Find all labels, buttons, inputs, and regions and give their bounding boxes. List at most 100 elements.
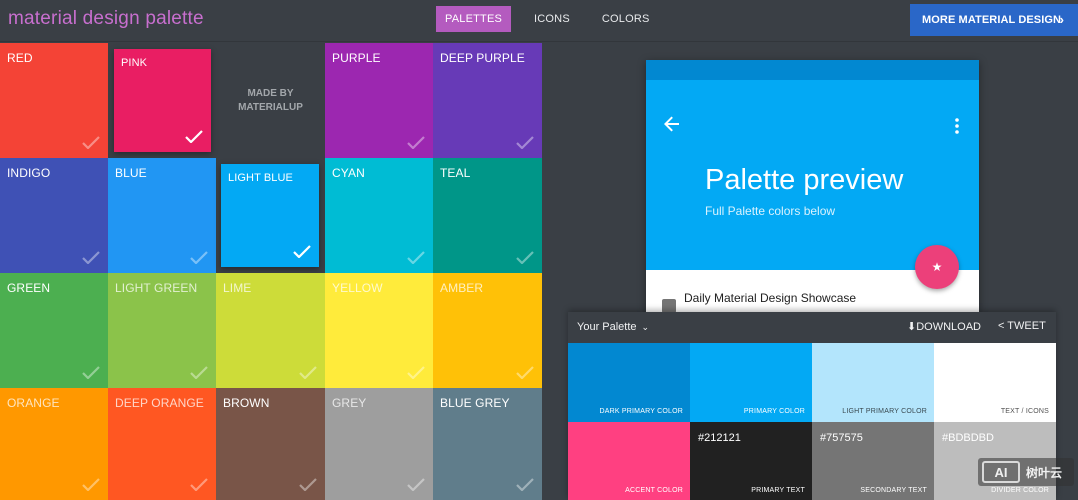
tile-cyan[interactable]: CYAN (325, 158, 433, 273)
watermark-text: 树叶云 (1026, 465, 1063, 480)
check-icon (516, 251, 534, 264)
swatch-light-primary-color[interactable]: LIGHT PRIMARY COLOR (812, 343, 934, 422)
check-icon (82, 136, 100, 149)
tweet-button[interactable]: < TWEET (998, 320, 1046, 332)
tile-deep-orange[interactable]: DEEP ORANGE (108, 388, 216, 500)
tile-label: LIME (223, 281, 252, 295)
swatch-label: ACCENT COLOR (625, 487, 683, 494)
nav-colors[interactable]: COLORS (593, 6, 659, 32)
check-icon (293, 245, 311, 258)
nav-palettes[interactable]: PALETTES (436, 6, 512, 32)
more-vert-icon[interactable] (954, 118, 960, 134)
your-palette-title: Your Palette (577, 321, 637, 333)
made-by-materialup[interactable]: MADE BY MATERIALUP (216, 43, 325, 158)
check-icon (190, 251, 208, 264)
tile-blue[interactable]: BLUE (108, 158, 216, 273)
swatch-hex: #BDBDBD (942, 432, 994, 444)
tile-label: ORANGE (7, 396, 60, 410)
swatch-label: LIGHT PRIMARY COLOR (842, 408, 927, 415)
tile-indigo[interactable]: INDIGO (0, 158, 108, 273)
fab-star-button[interactable]: ★ (915, 245, 959, 289)
tile-teal[interactable]: TEAL (433, 158, 542, 273)
tile-lime[interactable]: LIME (216, 273, 325, 388)
check-icon (516, 366, 534, 379)
back-arrow-icon[interactable] (664, 116, 680, 132)
check-icon (516, 478, 534, 491)
swatch-accent-color[interactable]: ACCENT COLOR (568, 422, 690, 500)
color-grid: MADE BY MATERIALUP RED PINK PURPLE DEEP PURP… (0, 43, 542, 500)
check-icon (185, 130, 203, 143)
tile-red[interactable]: RED (0, 43, 108, 158)
tile-label: RED (7, 51, 33, 65)
tile-label: PURPLE (332, 51, 381, 65)
swatch-hex: #212121 (698, 432, 741, 444)
more-material-design-button[interactable]: MORE MATERIAL DESIGN › (910, 4, 1078, 36)
brand-logo[interactable]: material design palette (8, 8, 204, 30)
tile-deep-purple[interactable]: DEEP PURPLE (433, 43, 542, 158)
tile-label: BLUE GREY (440, 396, 510, 410)
made-by-line2: MATERIALUP (238, 101, 303, 113)
check-icon (407, 478, 425, 491)
download-icon: ⬇ (907, 321, 917, 333)
watermark-badge: AI (982, 461, 1020, 483)
preview-subtitle: Full Palette colors below (705, 204, 836, 218)
swatch-label: PRIMARY TEXT (751, 487, 805, 494)
your-palette-header: Your Palette ⌄ ⬇DOWNLOAD < TWEET (568, 312, 1056, 343)
share-icon: < (998, 320, 1005, 332)
tile-label: BLUE (115, 166, 147, 180)
chevron-down-icon: ⌄ (641, 322, 650, 332)
swatch-primary-text[interactable]: #212121 PRIMARY TEXT (690, 422, 812, 500)
your-palette-dropdown[interactable]: Your Palette ⌄ (577, 321, 649, 333)
status-bar (646, 60, 979, 80)
tile-label: DEEP PURPLE (440, 51, 525, 65)
check-icon (299, 478, 317, 491)
tile-light-blue[interactable]: LIGHT BLUE (221, 164, 319, 267)
tile-label: YELLOW (332, 281, 383, 295)
tile-label: TEAL (440, 166, 471, 180)
preview-list-item[interactable]: Daily Material Design Showcase (684, 291, 856, 305)
check-icon (299, 366, 317, 379)
check-icon (190, 478, 208, 491)
swatch-secondary-text[interactable]: #757575 SECONDARY TEXT (812, 422, 934, 500)
tile-brown[interactable]: BROWN (216, 388, 325, 500)
tile-light-green[interactable]: LIGHT GREEN (108, 273, 216, 388)
tile-label: GREEN (7, 281, 51, 295)
top-bar: material design palette PALETTES ICONS C… (0, 0, 1078, 42)
check-icon (407, 366, 425, 379)
tile-label: GREY (332, 396, 367, 410)
watermark: AI 树叶云 (978, 458, 1074, 486)
tile-orange[interactable]: ORANGE (0, 388, 108, 500)
tile-pink[interactable]: PINK (114, 49, 211, 152)
app-bar: Palette preview Full Palette colors belo… (646, 80, 979, 270)
tile-green[interactable]: GREEN (0, 273, 108, 388)
swatch-text-icons[interactable]: TEXT / ICONS (934, 343, 1056, 422)
download-button[interactable]: ⬇DOWNLOAD (907, 320, 981, 333)
swatch-label: TEXT / ICONS (1000, 408, 1049, 415)
tile-blue-grey[interactable]: BLUE GREY (433, 388, 542, 500)
tile-grey[interactable]: GREY (325, 388, 433, 500)
tile-label: LIGHT GREEN (115, 281, 198, 295)
check-icon (407, 251, 425, 264)
tile-label: INDIGO (7, 166, 51, 180)
tile-yellow[interactable]: YELLOW (325, 273, 433, 388)
tile-amber[interactable]: AMBER (433, 273, 542, 388)
palette-preview-phone: Palette preview Full Palette colors belo… (646, 60, 979, 312)
swatch-dark-primary-color[interactable]: DARK PRIMARY COLOR (568, 343, 690, 422)
tile-label: BROWN (223, 396, 270, 410)
swatch-hex: #757575 (820, 432, 863, 444)
check-icon (82, 251, 100, 264)
swatch-label: DARK PRIMARY COLOR (599, 408, 683, 415)
tile-purple[interactable]: PURPLE (325, 43, 433, 158)
made-by-line1: MADE BY (247, 87, 294, 99)
check-icon (407, 136, 425, 149)
tile-label: LIGHT BLUE (228, 172, 293, 184)
swatch-primary-color[interactable]: PRIMARY COLOR (690, 343, 812, 422)
star-icon: ★ (931, 260, 943, 274)
check-icon (190, 366, 208, 379)
check-icon (516, 136, 534, 149)
nav-icons[interactable]: ICONS (525, 6, 579, 32)
tile-label: PINK (121, 57, 148, 69)
tile-label: AMBER (440, 281, 484, 295)
chevron-right-icon: › (1059, 12, 1064, 27)
tile-label: CYAN (332, 166, 365, 180)
